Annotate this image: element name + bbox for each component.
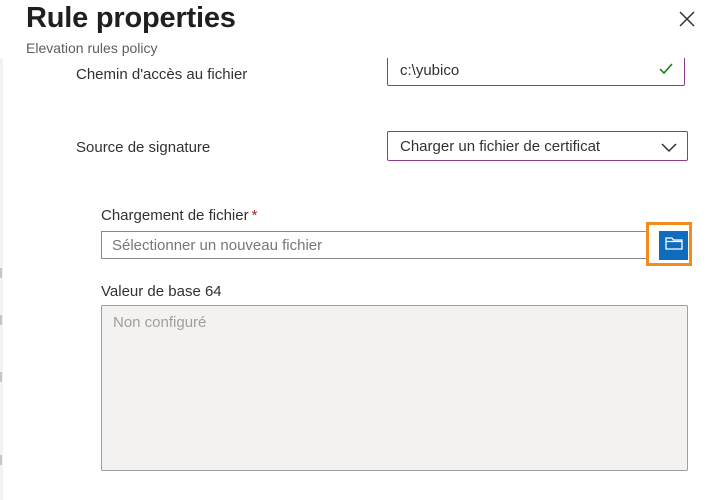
file-path-label: Chemin d'accès au fichier [76, 66, 248, 83]
signature-source-label: Source de signature [76, 139, 211, 156]
base64-textarea[interactable]: Non configuré [101, 305, 688, 471]
file-path-input[interactable]: c:\yubico [387, 56, 685, 86]
edge-mark [0, 268, 2, 278]
file-upload-input[interactable]: Sélectionner un nouveau fichier [101, 231, 653, 259]
left-panel-edge [0, 0, 3, 500]
browse-file-button[interactable] [659, 231, 688, 260]
file-path-value: c:\yubico [400, 62, 460, 79]
signature-source-dropdown[interactable]: Charger un fichier de certificat [387, 131, 688, 161]
file-upload-placeholder: Sélectionner un nouveau fichier [112, 237, 323, 254]
chevron-down-icon [661, 140, 677, 158]
file-upload-label-text: Chargement de fichier [101, 207, 249, 224]
signature-source-value: Charger un fichier de certificat [400, 138, 601, 155]
panel-subtitle: Elevation rules policy [26, 40, 158, 56]
base64-label: Valeur de base 64 [101, 283, 222, 300]
edge-mark [0, 315, 2, 325]
base64-placeholder: Non configuré [113, 314, 207, 331]
checkmark-icon [658, 62, 674, 81]
edge-mark [0, 372, 2, 382]
close-button[interactable] [672, 6, 702, 36]
folder-icon [664, 236, 683, 255]
close-icon [679, 10, 695, 32]
file-upload-label: Chargement de fichier * [101, 207, 257, 224]
edge-mark [0, 455, 2, 465]
required-mark: * [251, 207, 258, 224]
panel-title: Rule properties [26, 2, 236, 34]
